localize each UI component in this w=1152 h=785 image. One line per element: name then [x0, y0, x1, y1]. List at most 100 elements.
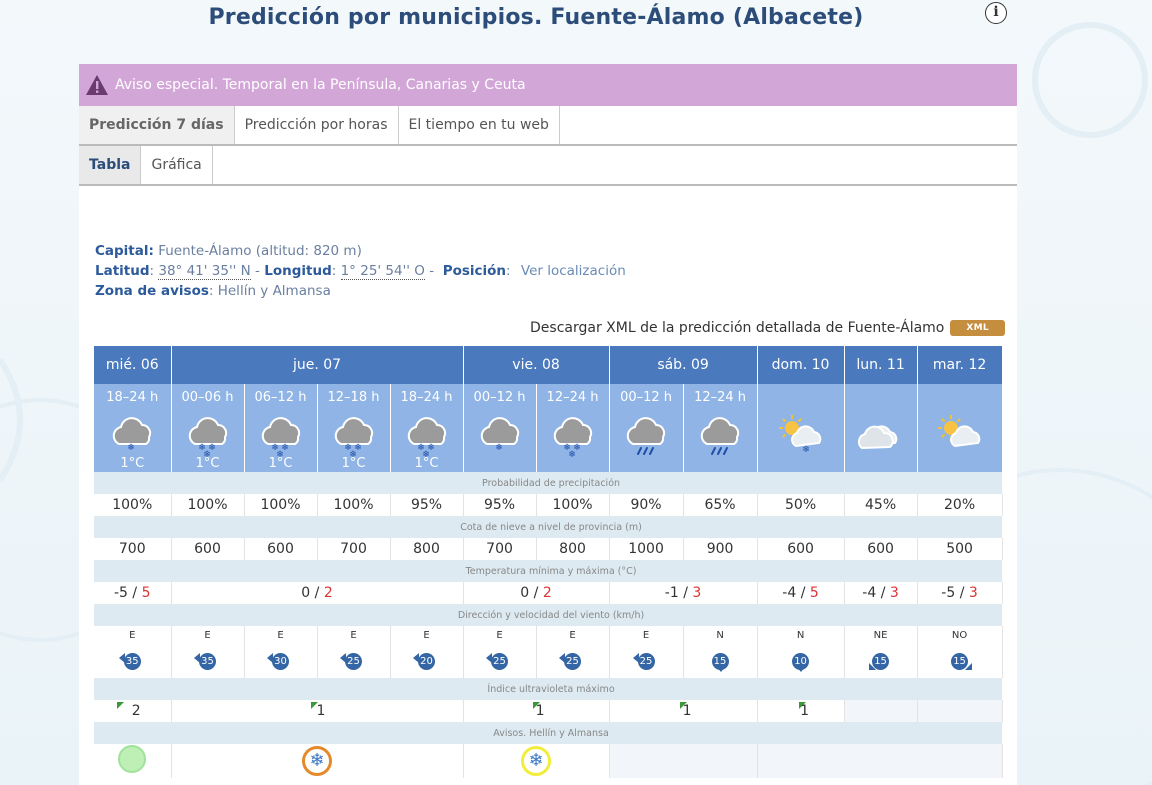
warning-icon [86, 75, 108, 95]
wind-arrow-icon [965, 663, 973, 670]
weather-icon-wrap: ❄ ❄ ❄ [172, 406, 244, 460]
temperature-label-row: Temperatura mínima y máxima (°C) [94, 560, 1003, 582]
warning-cell[interactable]: ❄ [463, 744, 610, 778]
period-cell: ❄ [757, 384, 845, 472]
svg-text:❄: ❄ [127, 443, 135, 453]
precipitation-value: 50% [757, 494, 845, 516]
wind-speed: 25 [637, 653, 655, 670]
tab-prediccion-por-horas[interactable]: Predicción por horas [235, 106, 399, 144]
snow-level-value: 1000 [609, 538, 684, 560]
period-cell: 12–24 h ❄ ❄ ❄ [536, 384, 610, 472]
period-cell: 00–12 h [609, 384, 684, 472]
uv-value: 1 [609, 700, 758, 722]
uv-number: 1 [316, 703, 326, 719]
sun-cloud-snow-icon: ❄ [778, 415, 821, 455]
temp-max: 2 [542, 585, 552, 601]
period-hours: 00–12 h [473, 390, 526, 405]
cloud-heavy-snow-icon: ❄ ❄❄ [261, 417, 300, 460]
period-hours: 00–06 h [181, 390, 234, 405]
warning-cell[interactable] [94, 744, 172, 778]
period-cell [917, 384, 1003, 472]
temp-max: 3 [968, 585, 978, 601]
info-icon[interactable]: i [985, 2, 1007, 24]
period-cell: 12–24 h [683, 384, 758, 472]
cloud-heavy-snow-icon: ❄ ❄❄ [553, 417, 592, 460]
warning-cell[interactable]: ❄ [171, 744, 464, 778]
xml-badge-button[interactable]: XML [950, 320, 1005, 336]
wind-speed-badge: 15 [711, 649, 729, 672]
special-alert-banner[interactable]: Aviso especial. Temporal en la Península… [79, 64, 1017, 106]
warnings-label-row: Avisos. Hellín y Almansa [94, 722, 1003, 744]
precipitation-value: 100% [94, 494, 172, 516]
warning-cell [609, 744, 758, 778]
temperature-value: -1 / 3 [609, 582, 758, 604]
wind-cell: E 20 [390, 626, 464, 678]
no-warning-icon[interactable] [118, 745, 147, 773]
tab-el-tiempo-en-tu-web[interactable]: El tiempo en tu web [399, 106, 560, 144]
wind-arrow-icon [632, 653, 639, 663]
precipitation-label: Probabilidad de precipitación [94, 472, 1003, 494]
temp-min: 0 [520, 585, 530, 601]
xml-download-text[interactable]: Descargar XML de la predicción detallada… [530, 320, 944, 336]
snow-level-value: 700 [463, 538, 537, 560]
temp-max: 5 [809, 585, 819, 601]
position-label: Posición [442, 263, 507, 279]
wind-arrow-icon [194, 653, 200, 663]
wind-arrow-icon [413, 653, 420, 663]
tab-prediccion-7-dias[interactable]: Predicción 7 días [79, 106, 235, 144]
cloud-heavy-snow-icon: ❄ ❄❄ [188, 417, 227, 460]
wind-row: E 35 E 35 E 30 E 25 E 20 E 25 E 25 E 25 N 15 N 10 NE 15 NO 15 [94, 626, 1003, 678]
wind-arrow-icon [715, 666, 726, 672]
wind-direction: N [796, 630, 805, 641]
day-header: jue. 07 [171, 346, 464, 384]
uv-value: 1 [757, 700, 845, 722]
uv-index-label-row: Índice ultravioleta máximo [94, 678, 1003, 700]
ver-localizacion-link[interactable]: Ver localización [521, 263, 626, 279]
period-hours [845, 390, 917, 406]
latitude-label: Latitud [95, 263, 150, 279]
tab-grafica[interactable]: Gráfica [141, 146, 213, 184]
precipitation-value: 95% [463, 494, 537, 516]
wind-direction: NO [951, 630, 968, 641]
wind-speed-badge: 15 [869, 649, 890, 670]
sub-tabs: Tabla Gráfica [79, 146, 1017, 186]
snow-level-row: 700 600 600 700 800 700 800 1000 900 600 600 500 [94, 538, 1003, 560]
weather-icon-wrap: ❄ ❄ ❄ [318, 406, 390, 460]
precipitation-label-row: Probabilidad de precipitación [94, 472, 1003, 494]
uv-row: 2 1 1 1 1 [94, 700, 1003, 722]
temp-min: -4 [782, 585, 797, 601]
period-hours: 18–24 h [106, 390, 159, 405]
temperature-value: -4 / 5 [757, 582, 845, 604]
main-tabs: Predicción 7 días Predicción por horas E… [79, 106, 1017, 146]
temp-min: -4 [862, 585, 877, 601]
temperature-value: 0 / 2 [463, 582, 610, 604]
wind-cell: N 15 [683, 626, 758, 678]
weather-icon-wrap: ❄ ❄ ❄ [391, 406, 463, 460]
period-hours: 06–12 h [254, 390, 307, 405]
period-hours [758, 390, 844, 406]
temperature-row: -5 / 50 / 20 / 2 -1 / 3 -4 / 5 -4 / 3 -5 / 3 [94, 582, 1003, 604]
period-hours [918, 390, 1002, 406]
wind-speed-badge: 35 [194, 649, 216, 670]
period-hours: 18–24 h [400, 390, 453, 405]
snowflake-icon[interactable]: ❄ [302, 746, 333, 776]
period-cell: 06–12 h ❄ ❄ ❄ 1°C [244, 384, 318, 472]
temp-max: 3 [889, 585, 899, 601]
main-container: Aviso especial. Temporal en la Península… [79, 64, 1017, 785]
wind-speed: 25 [564, 653, 582, 670]
warnings-label: Avisos. Hellín y Almansa [94, 722, 1003, 744]
weather-icon-wrap [684, 406, 757, 456]
uv-value: 1 [171, 700, 464, 722]
wind-direction: E [569, 630, 576, 641]
wind-direction: E [496, 630, 503, 641]
day-header-row: mié. 06 jue. 07 vie. 08 sáb. 09 dom. 10 lun. … [94, 346, 1003, 384]
wind-speed-badge: 20 [413, 649, 436, 670]
wind-speed: 30 [272, 653, 289, 670]
cloud-rain-icon [700, 417, 740, 455]
uv-value [844, 700, 918, 722]
snowflake-icon[interactable]: ❄ [521, 746, 552, 776]
wind-speed: 25 [491, 653, 509, 670]
tab-tabla[interactable]: Tabla [79, 146, 142, 184]
snow-level-value: 700 [317, 538, 391, 560]
snow-level-value: 800 [536, 538, 610, 560]
